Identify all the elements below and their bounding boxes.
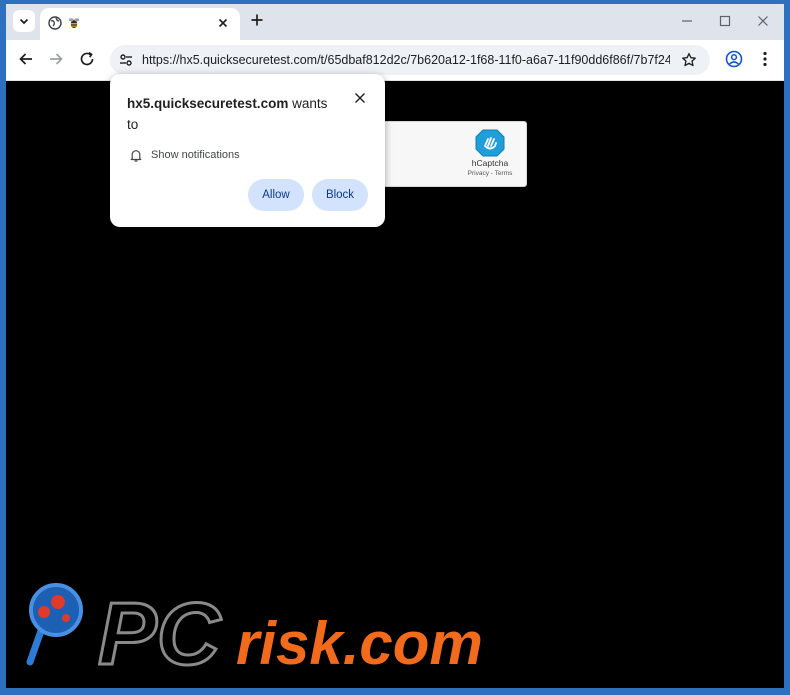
back-arrow-icon[interactable]	[17, 50, 35, 68]
chevron-down-icon	[19, 18, 29, 25]
close-icon[interactable]	[216, 16, 230, 30]
tab-strip	[6, 4, 784, 40]
hcaptcha-links: Privacy - Terms	[459, 170, 521, 177]
forward-arrow-icon[interactable]	[47, 50, 65, 68]
popup-domain: hx5.quicksecuretest.com	[127, 96, 289, 111]
pcrisk-watermark: PC risk.com	[26, 583, 483, 685]
notification-permission-popup: hx5.quicksecuretest.com wants to Show no…	[110, 74, 385, 227]
close-window-icon[interactable]	[756, 14, 770, 28]
hcaptcha-brand: hCaptcha	[471, 158, 509, 168]
watermark-pc-text: PC	[98, 584, 222, 683]
allow-button[interactable]: Allow	[248, 179, 304, 211]
block-button[interactable]: Block	[312, 179, 368, 211]
hcaptcha-logo-icon	[475, 129, 505, 157]
url-text[interactable]: https://hx5.quicksecuretest.com/t/65dbaf…	[142, 53, 670, 67]
magnifier-logo-icon	[26, 583, 83, 666]
popup-title: hx5.quicksecuretest.com wants to	[127, 93, 337, 135]
watermark-site-text: risk.com	[236, 610, 483, 677]
plus-icon[interactable]	[250, 13, 264, 27]
browser-window: https://hx5.quicksecuretest.com/t/65dbaf…	[6, 4, 784, 688]
reload-icon[interactable]	[78, 50, 96, 68]
kebab-menu-icon[interactable]	[758, 50, 772, 68]
bee-icon	[68, 18, 80, 28]
terms-link[interactable]: Terms	[495, 170, 513, 177]
close-icon[interactable]	[354, 92, 366, 104]
privacy-link[interactable]: Privacy	[468, 170, 489, 177]
address-bar[interactable]: https://hx5.quicksecuretest.com/t/65dbaf…	[110, 45, 710, 75]
profile-icon[interactable]	[725, 50, 743, 68]
tab-search-button[interactable]	[13, 10, 35, 32]
minimize-icon[interactable]	[680, 14, 694, 28]
hcaptcha-widget[interactable]: hCaptcha Privacy - Terms	[378, 121, 527, 187]
star-icon[interactable]	[681, 52, 697, 68]
active-tab[interactable]	[40, 8, 240, 40]
bell-icon	[130, 150, 142, 162]
maximize-icon[interactable]	[718, 14, 732, 28]
globe-icon	[48, 16, 62, 30]
permission-label: Show notifications	[151, 149, 240, 161]
tune-icon[interactable]	[118, 52, 134, 68]
